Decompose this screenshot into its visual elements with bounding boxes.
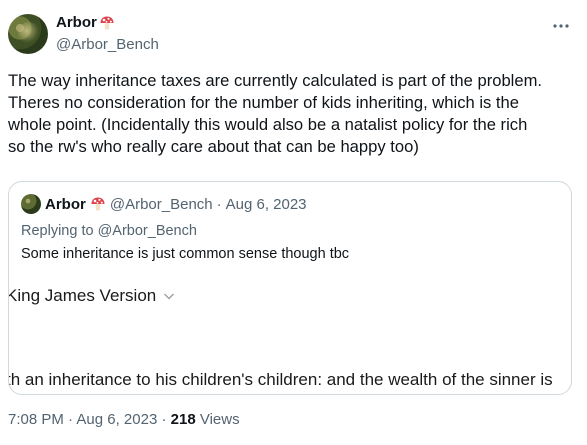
meta-separator: · [161,411,167,428]
tweet-time[interactable]: 7:08 PM [8,411,64,428]
author-handle[interactable]: @Arbor_Bench [56,36,159,53]
quoted-tweet-card[interactable]: Arbor @Arbor_Bench · Aug 6, 2023 Replyin… [8,181,572,395]
bible-version-label: King James Version [8,286,157,305]
author-name-line[interactable]: Arbor [56,14,115,31]
views-count[interactable]: 218 [171,411,196,428]
tweet-text: The way inheritance taxes are currently … [8,70,579,158]
replying-handle: @Arbor_Bench [97,223,197,239]
quoted-author-avatar [21,194,41,214]
mushroom-icon [91,197,105,211]
author-display-name[interactable]: Arbor [56,14,97,31]
meta-separator: · [216,195,222,213]
chevron-down-icon [164,293,175,300]
meta-separator: · [68,411,74,428]
tweet-footer: 7:08 PM · Aug 6, 2023 · 218 Views [8,411,240,428]
quoted-author-display-name: Arbor [45,195,86,213]
quoted-tweet-text: Some inheritance is just common sense th… [21,246,350,262]
tweet-text-line: Theres no consideration for the number o… [8,93,519,112]
tweet-text-line: The way inheritance taxes are currently … [8,71,543,90]
quoted-tweet-header: Arbor @Arbor_Bench · Aug 6, 2023 [21,194,307,214]
tweet-header: Arbor @Arbor_Bench [8,12,579,60]
author-avatar[interactable] [8,14,48,54]
tweet-text-line: whole point. (Incidentally this would al… [8,115,528,134]
replying-prefix: Replying to [21,223,94,239]
views-label: Views [199,411,240,428]
bible-version-selector: King James Version [8,286,176,306]
more-icon[interactable] [551,16,571,36]
replying-to: Replying to @Arbor_Bench [21,223,197,239]
bible-verse-text: th an inheritance to his children's chil… [8,370,553,389]
tweet-text-line: so the rw's who really care about that c… [8,137,419,156]
tweet-date[interactable]: Aug 6, 2023 [76,411,157,428]
quoted-author-handle: @Arbor_Bench [109,195,213,213]
mushroom-icon [100,16,114,29]
quoted-tweet-date: Aug 6, 2023 [225,195,307,213]
